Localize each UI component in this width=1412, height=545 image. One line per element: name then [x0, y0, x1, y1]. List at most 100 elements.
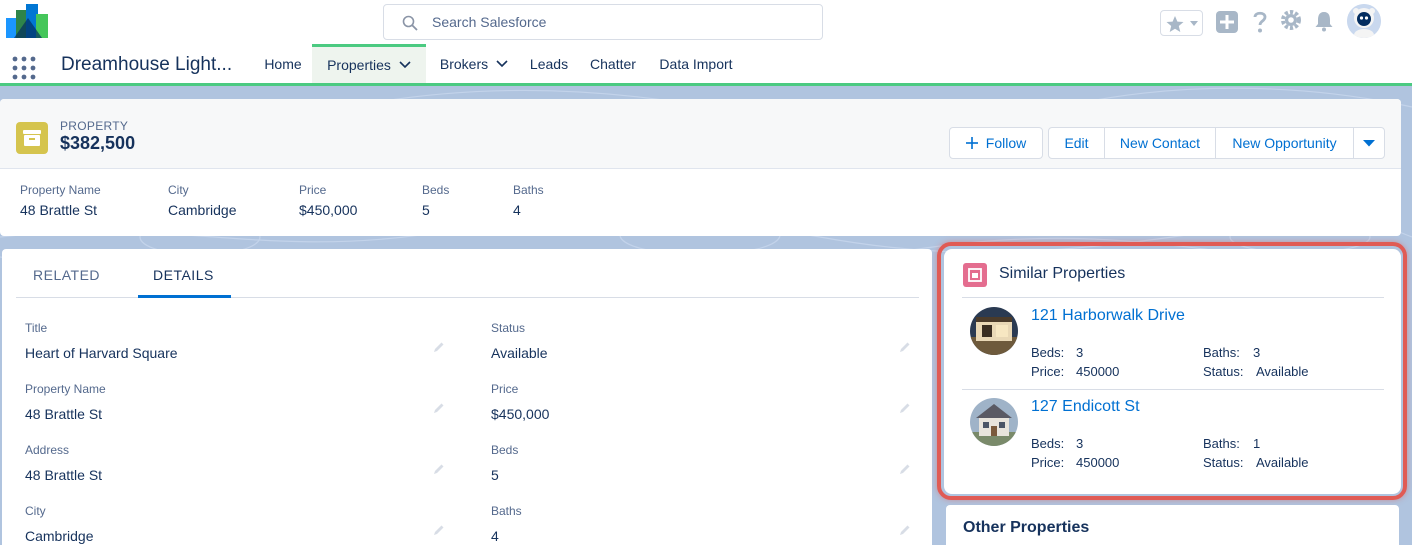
- price-label: Price:: [1031, 455, 1065, 470]
- field-city: City Cambridge: [25, 504, 445, 545]
- plus-icon: [965, 137, 978, 149]
- property-price: Price: 450000: [1031, 364, 1119, 379]
- status-label: Status:: [1203, 455, 1244, 470]
- tab-details[interactable]: DETAILS: [153, 267, 214, 283]
- property-beds: Beds: 3: [1031, 345, 1083, 360]
- nav-item-leads[interactable]: Leads: [522, 44, 576, 83]
- highlight-property-name: Property Name 48 Brattle St: [20, 183, 101, 218]
- field-label: Beds: [491, 443, 519, 457]
- highlight-beds: Beds 5: [422, 183, 449, 218]
- search-input[interactable]: [432, 5, 812, 39]
- field-label: Property Name: [25, 382, 106, 396]
- favorites-dropdown-icon[interactable]: [1189, 20, 1199, 28]
- active-tab-indicator: [138, 295, 231, 298]
- house-photo-icon: [970, 307, 1018, 355]
- similar-properties-icon: [963, 263, 987, 287]
- similar-property-item: 121 Harborwalk Drive Beds: 3 Baths: 3 Pric…: [962, 299, 1384, 389]
- app-name: Dreamhouse Light...: [61, 54, 233, 75]
- tab-related[interactable]: RELATED: [33, 267, 100, 283]
- property-object-icon: [16, 122, 48, 154]
- divider: [962, 297, 1384, 298]
- global-create-icon[interactable]: [1215, 10, 1239, 34]
- app-navigation-bar: Dreamhouse Light... Home Properties Brok…: [0, 44, 1412, 86]
- follow-button[interactable]: Follow: [949, 127, 1043, 159]
- house-photo-icon: [970, 398, 1018, 446]
- field-value: Heart of Harvard Square: [25, 345, 178, 361]
- edit-button-label: Edit: [1064, 135, 1089, 151]
- field-price: Price $450,000: [491, 382, 911, 439]
- field-value: 48 Brattle St: [25, 467, 103, 483]
- field-value: 4: [491, 528, 499, 544]
- similar-property-item: 127 Endicott St Beds: 3 Baths: 1 Price: 450…: [962, 390, 1384, 480]
- pencil-edit-icon[interactable]: [433, 463, 445, 475]
- field-status: Status Available: [491, 321, 911, 378]
- nav-item-brokers[interactable]: Brokers: [428, 44, 520, 83]
- field-value: Cambridge: [25, 528, 94, 544]
- pencil-edit-icon[interactable]: [899, 341, 911, 353]
- other-properties-card: Other Properties: [946, 505, 1399, 545]
- other-properties-title: Other Properties: [963, 519, 1090, 536]
- favorites-star-icon: [1166, 16, 1184, 32]
- nav-item-label: Home: [264, 55, 302, 72]
- field-beds: Beds 5: [491, 443, 911, 500]
- status-label: Status:: [1203, 364, 1244, 379]
- highlight-label: Baths: [513, 183, 544, 197]
- edit-button[interactable]: Edit: [1048, 127, 1105, 159]
- similar-property-link[interactable]: 127 Endicott St: [1031, 398, 1140, 416]
- highlight-label: City: [168, 183, 189, 197]
- property-thumbnail: [970, 307, 1018, 355]
- astro-avatar-icon: [1347, 4, 1381, 38]
- property-thumbnail: [970, 398, 1018, 446]
- notifications-bell-icon[interactable]: [1312, 9, 1336, 33]
- more-actions-button[interactable]: [1353, 127, 1385, 159]
- price-value: 450000: [1076, 364, 1120, 379]
- follow-button-label: Follow: [985, 135, 1027, 151]
- user-avatar[interactable]: [1347, 4, 1381, 38]
- pencil-edit-icon[interactable]: [899, 463, 911, 475]
- field-baths: Baths 4: [491, 504, 911, 545]
- highlight-city: City Cambridge: [168, 183, 236, 218]
- nav-item-label: Chatter: [590, 55, 636, 72]
- nav-item-chatter[interactable]: Chatter: [578, 44, 648, 83]
- field-label: Title: [25, 321, 48, 335]
- new-opportunity-button[interactable]: New Opportunity: [1215, 127, 1354, 159]
- favorites-button[interactable]: [1160, 10, 1203, 36]
- status-value: Available: [1256, 364, 1309, 379]
- property-price: Price: 450000: [1031, 455, 1119, 470]
- chevron-down-icon[interactable]: [496, 59, 508, 68]
- record-highlights-panel: PROPERTY $382,500 Follow Edit New Contac…: [0, 99, 1401, 236]
- pencil-edit-icon[interactable]: [899, 524, 911, 536]
- field-label: Price: [491, 382, 519, 396]
- highlight-value: 48 Brattle St: [20, 202, 98, 218]
- highlight-label: Beds: [422, 183, 450, 197]
- field-address: Address 48 Brattle St: [25, 443, 445, 500]
- chevron-down-icon[interactable]: [399, 61, 411, 69]
- app-launcher-icon[interactable]: [12, 56, 36, 80]
- property-baths: Baths: 3: [1203, 345, 1260, 360]
- help-icon[interactable]: [1248, 10, 1272, 34]
- beds-value: 3: [1076, 345, 1084, 360]
- pencil-edit-icon[interactable]: [433, 402, 445, 414]
- nav-item-label: Data Import: [659, 55, 733, 72]
- org-logo: [6, 4, 48, 38]
- nav-item-label: Brokers: [439, 55, 489, 72]
- nav-item-properties[interactable]: Properties: [312, 44, 426, 83]
- nav-item-data-import[interactable]: Data Import: [650, 44, 742, 83]
- highlight-baths: Baths 4: [513, 183, 544, 218]
- global-search[interactable]: [383, 4, 823, 40]
- similar-property-link[interactable]: 121 Harborwalk Drive: [1031, 307, 1185, 325]
- new-contact-button[interactable]: New Contact: [1104, 127, 1216, 159]
- pencil-edit-icon[interactable]: [899, 402, 911, 414]
- nav-item-home[interactable]: Home: [252, 44, 314, 83]
- record-detail-card: RELATED DETAILS Title Heart of Harvard S…: [2, 249, 932, 545]
- highlight-value: Cambridge: [168, 202, 237, 218]
- baths-value: 1: [1253, 436, 1261, 451]
- highlight-value: $450,000: [299, 202, 358, 218]
- field-property-name: Property Name 48 Brattle St: [25, 382, 445, 439]
- pencil-edit-icon[interactable]: [433, 341, 445, 353]
- house-frame-icon: [968, 268, 982, 282]
- pencil-edit-icon[interactable]: [433, 524, 445, 536]
- highlight-label: Property Name: [20, 183, 101, 197]
- setup-gear-icon[interactable]: [1279, 8, 1303, 32]
- caret-down-icon: [1363, 140, 1375, 147]
